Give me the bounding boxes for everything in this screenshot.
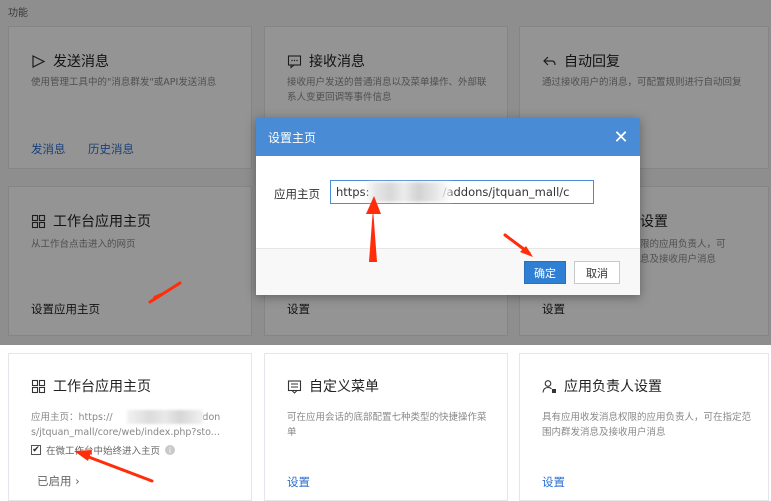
app-admin-title: 应用负责人设置 — [542, 376, 662, 396]
close-icon[interactable]: ✕ — [602, 118, 640, 156]
card-title-text: 工作台应用主页 — [53, 379, 151, 395]
card-title-text: 自定义菜单 — [309, 379, 379, 395]
card-title-text: 应用负责人设置 — [564, 379, 662, 395]
homepage-url-label: 应用主页 — [274, 187, 320, 201]
app-admin-desc: 具有应用收发消息权限的应用负责人，可在指定范围内群发消息及接收用户消息 — [542, 412, 752, 438]
redacted-url-blur — [127, 410, 203, 424]
result-page: 工作台应用主页 应用主页：https://addon s/jtquan_mall… — [0, 345, 771, 501]
custom-menu-card: 自定义菜单 可在应用会话的底部配置七种类型的快捷操作菜单 设置 — [264, 353, 508, 501]
admin-icon — [542, 379, 557, 394]
custom-menu-setting-link[interactable]: 设置 — [287, 474, 310, 490]
dialog-body: 应用主页 — [256, 156, 640, 246]
chevron-right-icon: › — [75, 474, 80, 488]
app-admin-card: 应用负责人设置 具有应用收发消息权限的应用负责人，可在指定范围内群发消息及接收用… — [519, 353, 769, 501]
app-admin-setting-link[interactable]: 设置 — [542, 474, 565, 490]
help-icon[interactable]: i — [165, 445, 176, 455]
always-homepage-checkbox[interactable]: ✔ — [31, 445, 41, 455]
custom-menu-desc: 可在应用会话的底部配置七种类型的快捷操作菜单 — [287, 412, 487, 438]
url-line-2: s/jtquan_mall/core/web/index.php?sto... — [31, 427, 220, 438]
always-homepage-option: ✔ 在微工作台中始终进入主页 i — [31, 443, 176, 457]
grid-icon — [31, 379, 46, 394]
status-text: 已启用 — [37, 474, 72, 488]
menu-icon — [287, 379, 302, 394]
homepage-card-title: 工作台应用主页 — [31, 376, 151, 396]
checkbox-label: 在微工作台中始终进入主页 — [46, 446, 161, 457]
confirm-button[interactable]: 确定 — [524, 261, 566, 284]
dialog-footer: 确定 取消 — [256, 248, 640, 295]
homepage-card: 工作台应用主页 应用主页：https://addon s/jtquan_mall… — [8, 353, 252, 501]
dialog-title: 设置主页 — [268, 130, 317, 145]
url-prefix: 应用主页：https:// — [31, 412, 113, 423]
set-homepage-dialog: 设置主页 ✕ 应用主页 确定 取消 — [256, 118, 640, 295]
dialog-header: 设置主页 ✕ — [256, 118, 640, 156]
redacted-url-blur — [364, 182, 452, 202]
cancel-button[interactable]: 取消 — [574, 261, 620, 284]
enabled-status-link[interactable]: 已启用 › — [37, 473, 80, 489]
custom-menu-title: 自定义菜单 — [287, 376, 379, 396]
